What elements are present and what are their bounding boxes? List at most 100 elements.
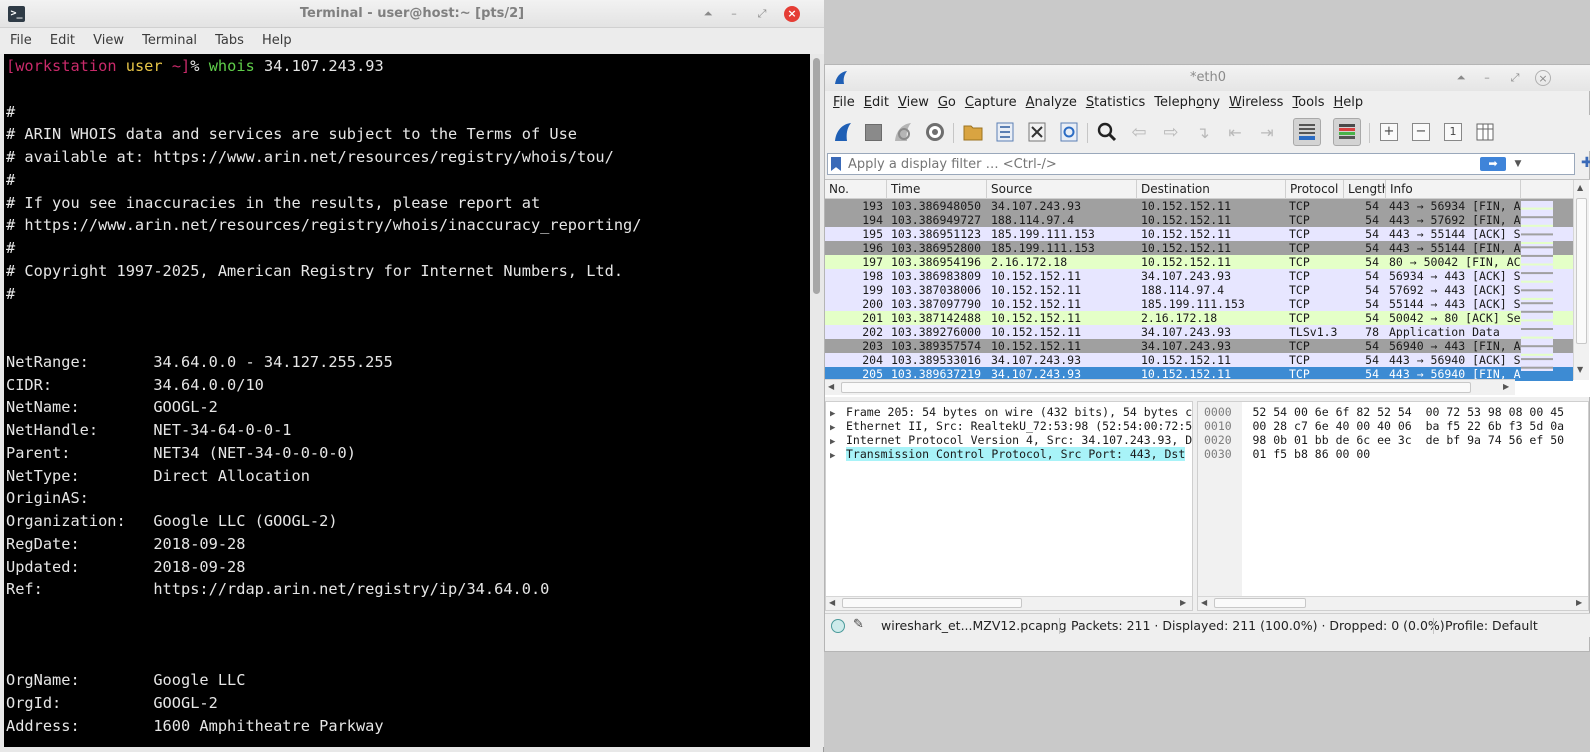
filter-history-chevron-icon[interactable]: ▼ [1512,156,1524,172]
zoom-in-icon[interactable]: + [1375,118,1403,146]
scroll-right-icon[interactable]: ▶ [1180,598,1186,607]
menu-view[interactable]: View [898,91,929,115]
menu-capture[interactable]: Capture [965,91,1017,115]
menu-tabs[interactable]: Tabs [215,28,244,54]
expand-arrow-icon[interactable]: ▶ [830,449,846,463]
packet-row[interactable]: 201 103.387142488 10.152.152.11 2.16.172.18… [825,311,1573,325]
column-header-destination[interactable]: Destination [1137,180,1286,199]
packet-minimap[interactable] [1521,199,1553,371]
column-header-source[interactable]: Source [987,180,1137,199]
expert-info-icon[interactable] [831,619,845,633]
menu-go[interactable]: Go [938,91,956,115]
column-header-info[interactable]: Info [1386,180,1521,199]
menu-help[interactable]: Help [1333,91,1363,115]
bytes-hex[interactable]: 52 54 00 6e 6f 82 52 54 00 72 53 98 08 0… [1252,405,1564,419]
menu-edit[interactable]: Edit [50,28,75,54]
save-file-icon[interactable] [991,118,1019,146]
menu-tools[interactable]: Tools [1292,91,1324,115]
packet-list[interactable]: No. Time Source Destination Protocol Len… [825,179,1590,397]
normal-size-icon[interactable]: 1 [1439,118,1467,146]
go-back-icon[interactable]: ⇦ [1125,118,1153,146]
shade-icon[interactable]: ⏶ [700,6,716,22]
terminal-titlebar[interactable]: >_ Terminal - user@host:~ [pts/2] ⏶ – ⤢ … [0,0,824,28]
details-tree-item[interactable]: ▶ Ethernet II, Src: RealtekU_72:53:98 (52… [830,419,1192,433]
minimize-icon[interactable]: – [1479,70,1495,86]
first-packet-icon[interactable]: ⇤ [1221,118,1249,146]
last-packet-icon[interactable]: ⇥ [1253,118,1281,146]
status-profile[interactable]: Profile: Default [1445,614,1538,637]
packet-row[interactable]: 196 103.386952800 185.199.111.153 10.152.15… [825,241,1573,255]
bytes-hex[interactable]: 01 f5 b8 86 00 00 [1252,447,1370,461]
packet-row[interactable]: 195 103.386951123 185.199.111.153 10.152.15… [825,227,1573,241]
display-filter-input[interactable] [848,154,1468,174]
go-to-packet-icon[interactable]: ↴ [1189,118,1217,146]
terminal-screen[interactable]: [workstation user ~]% whois 34.107.243.9… [4,54,810,747]
add-filter-button-icon[interactable]: ✚ [1581,155,1590,171]
reload-file-icon[interactable] [1055,118,1083,146]
restart-capture-icon[interactable] [889,118,917,146]
resize-columns-icon[interactable] [1471,118,1499,146]
column-header-protocol[interactable]: Protocol [1286,180,1344,199]
packet-list-hscroll[interactable]: ◀ ▶ [825,379,1515,395]
start-capture-icon[interactable] [829,118,857,146]
colorize-icon[interactable] [1333,118,1361,146]
filter-bookmark-icon[interactable] [831,157,841,171]
column-header-no[interactable]: No. [825,180,887,199]
maximize-icon[interactable]: ⤢ [1507,70,1523,86]
shade-icon[interactable]: ⏶ [1453,70,1469,86]
close-icon[interactable]: × [784,6,800,22]
apply-filter-arrow-icon[interactable]: ➡ [1480,157,1506,171]
packet-row[interactable]: 200 103.387097790 10.152.152.11 185.199.111… [825,297,1573,311]
packet-row[interactable]: 199 103.387038006 10.152.152.11 188.114.97.… [825,283,1573,297]
menu-analyze[interactable]: Analyze [1026,91,1077,115]
menu-help[interactable]: Help [262,28,292,54]
terminal-scrollbar-thumb[interactable] [813,58,820,294]
capture-comment-icon[interactable]: ✎ [853,617,864,632]
packet-row[interactable]: 193 103.386948050 34.107.243.93 10.152.152.… [825,199,1573,213]
details-tree-item[interactable]: ▶ Frame 205: 54 bytes on wire (432 bits),… [830,405,1192,419]
menu-telephony[interactable]: Telephony [1154,91,1220,115]
scroll-left-icon[interactable]: ◀ [1201,598,1207,607]
menu-file[interactable]: File [10,28,32,54]
bytes-hscroll-thumb[interactable] [1214,598,1306,608]
scroll-left-icon[interactable]: ◀ [829,598,835,607]
bytes-hscroll[interactable]: ◀ ▶ [1198,596,1588,610]
packet-list-hscroll-thumb[interactable] [841,382,1471,393]
bytes-hex[interactable]: 00 28 c7 6e 40 00 40 06 ba f5 22 6b f3 5… [1252,419,1564,433]
scroll-right-icon[interactable]: ▶ [1503,382,1509,391]
menu-file[interactable]: File [833,91,855,115]
packet-row[interactable]: 198 103.386983809 10.152.152.11 34.107.243.… [825,269,1573,283]
go-forward-icon[interactable]: ⇨ [1157,118,1185,146]
packet-list-vscroll-thumb[interactable] [1576,198,1587,344]
column-header-time[interactable]: Time [887,180,987,199]
packet-row[interactable]: 194 103.386949727 188.114.97.4 10.152.152.1… [825,213,1573,227]
close-icon[interactable]: × [1535,70,1551,86]
menu-view[interactable]: View [93,28,124,54]
find-packet-icon[interactable] [1093,118,1121,146]
details-tree-item[interactable]: ▶ Internet Protocol Version 4, Src: 34.10… [830,433,1192,447]
minimize-icon[interactable]: – [726,6,742,22]
details-hscroll-thumb[interactable] [842,598,1022,608]
packet-row[interactable]: 197 103.386954196 2.16.172.18 10.152.152.11… [825,255,1573,269]
capture-options-icon[interactable] [921,118,949,146]
details-tree-item[interactable]: ▶ Transmission Control Protocol, Src Port… [830,447,1186,463]
bytes-hex[interactable]: 98 0b 01 bb de 6c ee 3c de bf 9a 74 56 e… [1252,433,1564,447]
column-header-length[interactable]: Length [1344,180,1386,199]
menu-wireless[interactable]: Wireless [1229,91,1283,115]
packet-row[interactable]: 202 103.389276000 10.152.152.11 34.107.243.… [825,325,1573,339]
details-hscroll[interactable]: ◀ ▶ [826,596,1192,610]
packet-row[interactable]: 204 103.389533016 34.107.243.93 10.152.152.… [825,353,1573,367]
wireshark-titlebar[interactable]: *eth0 ⏶ – ⤢ × [825,65,1590,91]
packet-row[interactable]: 203 103.389357574 10.152.152.11 34.107.243.… [825,339,1573,353]
packet-list-vscroll[interactable]: ▲ ▼ [1573,180,1589,380]
maximize-icon[interactable]: ⤢ [754,6,770,22]
menu-statistics[interactable]: Statistics [1086,91,1145,115]
menu-edit[interactable]: Edit [864,91,889,115]
menu-terminal[interactable]: Terminal [142,28,197,54]
packet-details-pane[interactable]: ▶ Frame 205: 54 bytes on wire (432 bits),… [825,401,1193,611]
scroll-right-icon[interactable]: ▶ [1576,598,1582,607]
open-file-icon[interactable] [959,118,987,146]
close-file-icon[interactable] [1023,118,1051,146]
autoscroll-icon[interactable] [1293,118,1321,146]
scroll-left-icon[interactable]: ◀ [828,382,834,391]
